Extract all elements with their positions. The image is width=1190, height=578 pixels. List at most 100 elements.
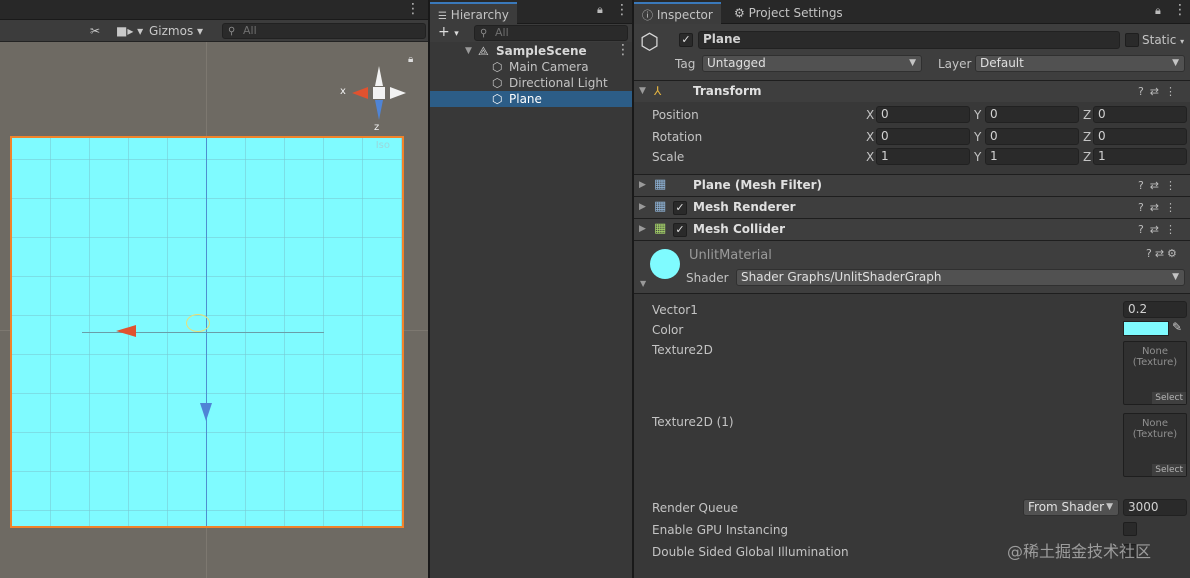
hierarchy-item-main-camera[interactable]: ⬡ Main Camera [430, 59, 632, 75]
texture-type-label: (Texture) [1132, 429, 1178, 440]
scene-search-input[interactable]: ⚲ All [222, 23, 426, 39]
eyedropper-icon[interactable]: ✎ [1172, 320, 1182, 334]
orientation-gizmo[interactable]: x z [338, 62, 408, 134]
panel-menu-icon[interactable]: ⋮ [615, 2, 629, 18]
rotation-z-field[interactable]: 0 [1093, 128, 1187, 145]
layer-dropdown[interactable]: Default ▼ [975, 55, 1185, 72]
rotation-label: Rotation [652, 130, 703, 144]
static-label[interactable]: Static ▾ [1142, 33, 1184, 47]
texture-select-button[interactable]: Select [1152, 392, 1186, 404]
tab-hierarchy-label: Hierarchy [450, 8, 509, 22]
texture-none-label: None [1141, 418, 1169, 429]
mesh-collider-title: Mesh Collider [693, 222, 785, 236]
render-queue-dropdown[interactable]: From Shader ▼ [1023, 499, 1119, 516]
list-icon: ☰ [438, 11, 447, 22]
scene-menu-icon[interactable]: ⋮ [616, 42, 630, 58]
mesh-renderer-header[interactable]: ▶ ▦ ✓ Mesh Renderer ?⇄⋮ [634, 196, 1190, 218]
mesh-filter-title: Plane (Mesh Filter) [693, 178, 822, 192]
hierarchy-search-placeholder: All [495, 26, 509, 39]
hierarchy-toolbar: + ▾ ⚲ All [430, 24, 632, 42]
scale-y-field[interactable]: 1 [985, 148, 1079, 165]
tag-dropdown[interactable]: Untagged ▼ [702, 55, 922, 72]
chevron-down-icon: ▼ [1106, 502, 1113, 512]
hierarchy-item-label: Directional Light [509, 76, 608, 90]
tab-hierarchy[interactable]: ☰ Hierarchy [430, 2, 517, 24]
mesh-renderer-enabled-checkbox[interactable]: ✓ [673, 201, 687, 215]
z-axis-arrow-icon[interactable] [199, 403, 213, 423]
material-header[interactable]: ▼ UnlitMaterial ?⇄⚙ Shader Shader Graphs… [634, 240, 1190, 294]
chevron-down-icon: ▼ [909, 58, 916, 68]
component-header-icons[interactable]: ?⇄⋮ [1138, 179, 1182, 192]
mesh-renderer-icon: ▦ [654, 199, 667, 214]
double-sided-gi-label: Double Sided Global Illumination [652, 545, 849, 559]
gear-icon: ⚙ [734, 6, 745, 20]
gpu-instancing-checkbox[interactable] [1123, 522, 1137, 536]
fold-arrow-icon[interactable]: ▶ [639, 224, 646, 234]
position-y-field[interactable]: 0 [985, 106, 1079, 123]
texture2d-1-label: Texture2D (1) [652, 415, 734, 429]
color-swatch[interactable] [1123, 321, 1169, 336]
scale-z-field[interactable]: 1 [1093, 148, 1187, 165]
material-name: UnlitMaterial [689, 248, 772, 263]
plane-object[interactable]: Iso [10, 136, 404, 528]
shader-dropdown[interactable]: Shader Graphs/UnlitShaderGraph ▼ [736, 269, 1185, 286]
active-checkbox[interactable]: ✓ [679, 33, 693, 47]
render-queue-mode: From Shader [1028, 500, 1105, 514]
lock-icon[interactable]: 🔒︎ [597, 3, 603, 17]
material-preview-swatch [650, 249, 680, 279]
tab-project-settings[interactable]: ⚙ Project Settings [726, 2, 851, 24]
lock-icon[interactable]: 🔒︎ [1155, 4, 1161, 18]
panel-menu-icon[interactable]: ⋮ [1173, 2, 1187, 18]
fold-arrow-icon[interactable]: ▼ [640, 279, 646, 288]
hierarchy-search-input[interactable]: ⚲ All [474, 25, 628, 41]
component-header-icons[interactable]: ?⇄⋮ [1138, 223, 1182, 236]
hierarchy-item-plane[interactable]: ⬡ Plane [430, 91, 632, 107]
object-name-field[interactable]: Plane [698, 31, 1120, 49]
axis-x-label: X [866, 108, 875, 122]
add-button[interactable]: + ▾ [438, 24, 459, 40]
shader-label: Shader [686, 271, 729, 285]
mesh-collider-header[interactable]: ▶ ▦ ✓ Mesh Collider ?⇄⋮ [634, 218, 1190, 240]
hierarchy-item-label: Main Camera [509, 60, 589, 74]
rotation-y-field[interactable]: 0 [985, 128, 1079, 145]
position-z-field[interactable]: 0 [1093, 106, 1187, 123]
tools-icon[interactable]: ✂ [90, 23, 100, 39]
scale-x-field[interactable]: 1 [876, 148, 970, 165]
texture2d-slot[interactable]: None (Texture) Select [1123, 341, 1187, 405]
static-checkbox[interactable] [1125, 33, 1139, 47]
component-header-icons[interactable]: ?⇄⋮ [1138, 85, 1182, 98]
scene-toolbar: ✂ ■▸ ▾ Gizmos ▾ ⚲ All [0, 20, 428, 42]
persp-label: Iso [375, 140, 390, 151]
scene-root-row[interactable]: ▼ ⟁ SampleScene ⋮ [430, 42, 632, 59]
vector1-field[interactable]: 0.2 [1123, 301, 1187, 318]
grid-icon: ▦ [654, 177, 667, 192]
axis-z-label: Z [1083, 108, 1092, 122]
hierarchy-item-directional-light[interactable]: ⬡ Directional Light [430, 75, 632, 91]
x-axis-arrow-icon[interactable] [116, 324, 138, 338]
fold-arrow-icon[interactable]: ▶ [639, 202, 646, 212]
panel-menu-icon[interactable]: ⋮ [406, 1, 420, 17]
transform-header[interactable]: ▼ ⅄ Transform ?⇄⋮ [634, 80, 1190, 102]
position-x-field[interactable]: 0 [876, 106, 970, 123]
texture-select-button[interactable]: Select [1152, 464, 1186, 476]
component-header-icons[interactable]: ?⇄⋮ [1138, 201, 1182, 214]
fold-arrow-icon[interactable]: ▶ [639, 180, 646, 190]
mesh-filter-header[interactable]: ▶ ▦ Plane (Mesh Filter) ?⇄⋮ [634, 174, 1190, 196]
transform-body: Position X 0 Y 0 Z 0 Rotation X 0 Y 0 Z … [634, 103, 1190, 173]
color-label: Color [652, 323, 684, 337]
search-icon: ⚲ [480, 28, 488, 39]
camera-icon[interactable]: ■▸ ▾ [116, 23, 143, 39]
rotation-x-field[interactable]: 0 [876, 128, 970, 145]
expand-arrow-icon[interactable]: ▼ [465, 43, 472, 59]
gizmos-button[interactable]: Gizmos ▾ [149, 23, 203, 39]
material-header-icons[interactable]: ?⇄⚙ [1146, 247, 1180, 260]
texture2d-1-slot[interactable]: None (Texture) Select [1123, 413, 1187, 477]
fold-arrow-icon[interactable]: ▼ [639, 86, 646, 96]
lock-icon[interactable]: 🔒︎ [408, 54, 413, 65]
tab-inspector[interactable]: ⓘ Inspector [634, 2, 721, 24]
scene-tabbar: ⋮ [0, 0, 428, 20]
mesh-collider-enabled-checkbox[interactable]: ✓ [673, 223, 687, 237]
scene-viewport[interactable]: Iso x z 🔒︎ [0, 42, 428, 578]
axis-z-label: Z [1083, 130, 1092, 144]
render-queue-field[interactable]: 3000 [1123, 499, 1187, 516]
